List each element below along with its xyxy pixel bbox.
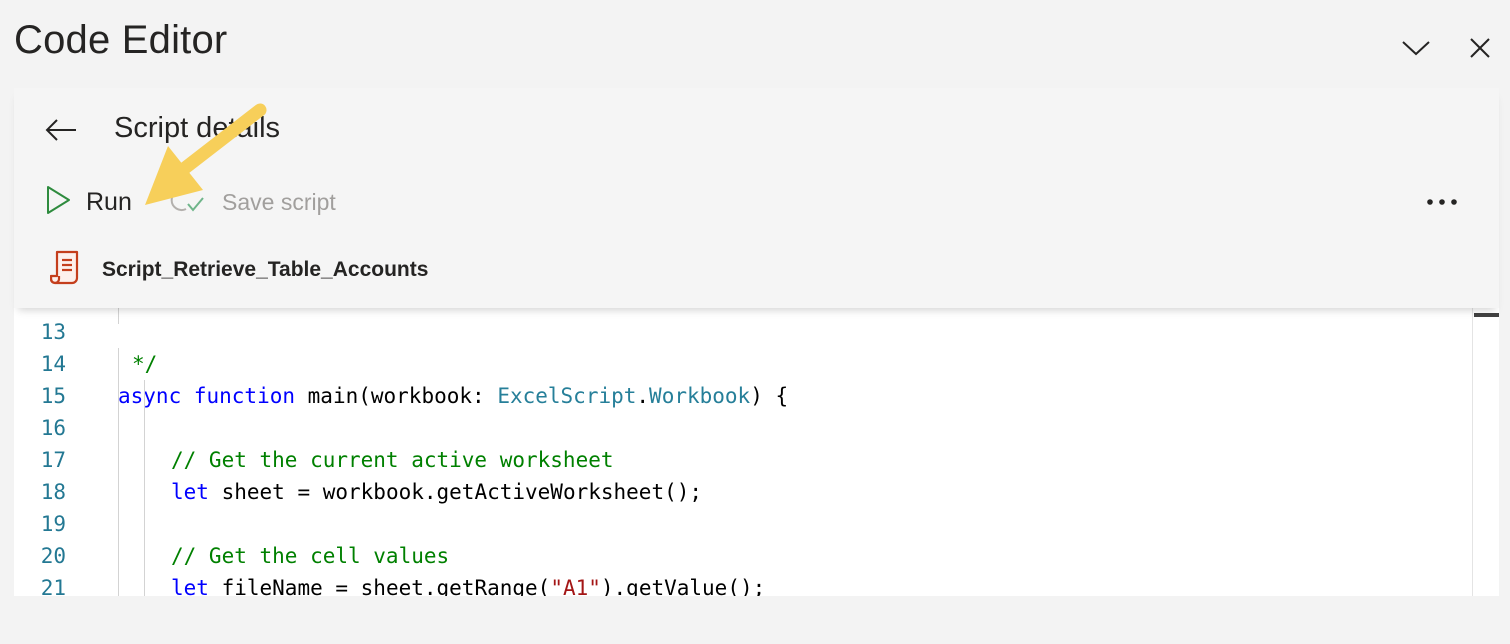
code-line: 21 let localhost = sheet.getRange("A2").… bbox=[14, 540, 1474, 596]
scroll-position-marker[interactable] bbox=[1474, 313, 1499, 317]
play-icon bbox=[44, 184, 72, 221]
code-line: 18 bbox=[14, 444, 1474, 504]
code-line: 19 // Get the cell values bbox=[14, 476, 1474, 568]
script-details-panel: Script details Run Save script Script_Re… bbox=[14, 88, 1499, 308]
close-icon[interactable] bbox=[1460, 28, 1500, 68]
code-editor[interactable]: 13 */ 14 async function main(workbook: E… bbox=[14, 296, 1499, 596]
back-button[interactable] bbox=[44, 114, 84, 150]
vertical-scrollbar[interactable] bbox=[1472, 296, 1499, 596]
code-line: 17 let sheet = workbook.getActiveWorkshe… bbox=[14, 412, 1474, 504]
details-title: Script details bbox=[114, 112, 281, 144]
code-line: 14 async function main(workbook: ExcelSc… bbox=[14, 316, 1474, 408]
save-script-button[interactable]: Save script bbox=[170, 182, 336, 222]
more-options-button[interactable] bbox=[1420, 184, 1464, 220]
save-sync-icon bbox=[170, 185, 208, 220]
script-name: Script_Retrieve_Table_Accounts bbox=[102, 258, 429, 281]
indent-guide bbox=[144, 380, 145, 596]
window-title: Code Editor bbox=[14, 18, 228, 62]
title-bar: Code Editor bbox=[0, 0, 1510, 88]
run-label: Run bbox=[86, 187, 132, 216]
run-button[interactable]: Run bbox=[44, 182, 132, 222]
arrow-left-icon bbox=[44, 118, 78, 147]
script-file-icon bbox=[49, 250, 82, 291]
code-lines: 13 */ 14 async function main(workbook: E… bbox=[14, 296, 1474, 596]
bottom-bar bbox=[0, 596, 1510, 644]
code-line: 22 let accessToken = sheet.getRange("A3"… bbox=[14, 572, 1474, 596]
more-horizontal-icon bbox=[1425, 193, 1459, 211]
code-line: 15 bbox=[14, 348, 1474, 408]
chevron-down-icon[interactable] bbox=[1396, 28, 1436, 68]
code-line: 20 let fileName = sheet.getRange("A1").g… bbox=[14, 508, 1474, 596]
script-name-row: Script_Retrieve_Table_Accounts bbox=[49, 250, 429, 291]
save-label: Save script bbox=[222, 188, 336, 215]
code-line: 16 // Get the current active worksheet bbox=[14, 380, 1474, 472]
indent-guide bbox=[118, 348, 119, 596]
